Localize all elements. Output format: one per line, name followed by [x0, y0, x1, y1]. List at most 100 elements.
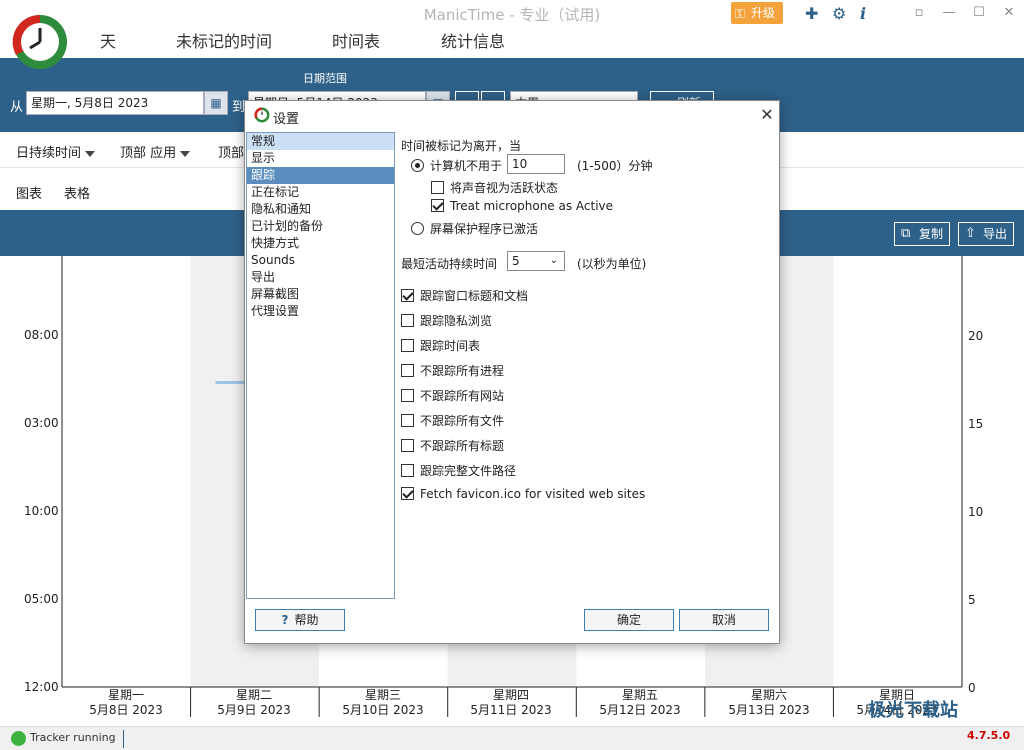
- copy-icon: ⧉: [901, 226, 911, 241]
- left-tick: 10:00: [24, 504, 59, 518]
- upgrade-label: 升级: [751, 6, 776, 20]
- x-label-day: 星期三: [364, 688, 401, 702]
- idle-minutes-input[interactable]: 10: [507, 154, 565, 174]
- radio-indicator: [411, 159, 424, 172]
- close-icon[interactable]: ✕: [755, 103, 779, 127]
- dialog-title: 设置: [273, 112, 300, 127]
- right-tick: 10: [968, 505, 984, 519]
- x-label-date: 5月12日 2023: [599, 703, 681, 717]
- cancel-button[interactable]: 取消: [679, 609, 769, 631]
- x-label-date: 5月9日 2023: [217, 703, 291, 717]
- date-range-label: 日期范围: [303, 72, 347, 85]
- option-track-full-path[interactable]: 跟踪完整文件路径: [401, 462, 516, 479]
- computer-idle-radio[interactable]: 计算机不用于: [411, 157, 502, 174]
- option-track-private-browsing[interactable]: 跟踪隐私浏览: [401, 312, 492, 329]
- x-label: 星期六 5月13日 2023: [705, 688, 833, 718]
- option-track-timesheet[interactable]: 跟踪时间表: [401, 337, 480, 354]
- ok-button[interactable]: 确定: [584, 609, 674, 631]
- x-label-date: 5月11日 2023: [470, 703, 552, 717]
- top-dropdown[interactable]: 顶部: [218, 142, 244, 161]
- nav-tab-statistics[interactable]: 统计信息: [441, 28, 505, 66]
- minimize-button[interactable]: —: [934, 2, 964, 24]
- nav-tab-day[interactable]: 天: [100, 28, 116, 52]
- help-icon: ?: [281, 613, 289, 627]
- export-button[interactable]: ⇧ 导出: [958, 222, 1015, 246]
- checkbox-indicator: [401, 289, 414, 302]
- screensaver-radio[interactable]: 屏幕保护程序已激活: [411, 220, 538, 237]
- min-activity-select[interactable]: 5 ⌄: [507, 251, 565, 271]
- category-item-backup[interactable]: 已计划的备份: [247, 218, 394, 235]
- option-label: 跟踪隐私浏览: [420, 314, 493, 328]
- checkbox-indicator: [401, 314, 414, 327]
- radio-indicator: [411, 222, 424, 235]
- category-item-screenshots[interactable]: 屏幕截图: [247, 286, 394, 303]
- category-item-tagging[interactable]: 正在标记: [247, 184, 394, 201]
- manictime-logo: [12, 14, 67, 69]
- top-apps-dropdown[interactable]: 顶部 应用: [120, 142, 191, 161]
- category-item-privacy[interactable]: 隐私和通知: [247, 201, 394, 218]
- checkbox-indicator: [431, 181, 444, 194]
- category-item-general[interactable]: 常规: [247, 133, 394, 150]
- x-label: 星期五 5月12日 2023: [576, 688, 704, 718]
- checkbox-indicator: [401, 389, 414, 402]
- microphone-label: Treat microphone as Active: [450, 199, 614, 213]
- checkbox-indicator: [401, 464, 414, 477]
- category-item-display[interactable]: 显示: [247, 150, 394, 167]
- from-date-input[interactable]: 星期一, 5月8日 2023: [26, 91, 204, 115]
- compact-window-icon[interactable]: ▫: [904, 2, 934, 24]
- version-label: 4.7.5.0: [967, 729, 1011, 742]
- option-label: 跟踪窗口标题和文档: [420, 289, 529, 303]
- option-label: 不跟踪所有网站: [420, 389, 505, 403]
- chevron-down-icon: ⌄: [549, 255, 558, 266]
- sort-dropdown[interactable]: 日持续时间: [16, 142, 96, 161]
- window-title: ManicTime - 专业（试用): [423, 6, 601, 24]
- copy-button[interactable]: ⧉ 复制: [894, 222, 951, 246]
- nav-tab-timeline[interactable]: 时间表: [332, 28, 380, 52]
- checkbox-indicator: [401, 487, 414, 500]
- tab-chart[interactable]: 图表: [16, 183, 42, 219]
- x-label-day: 星期二: [235, 688, 272, 702]
- right-tick: 15: [968, 417, 984, 431]
- x-label-day: 星期一: [107, 688, 144, 702]
- sort-label: 日持续时间: [16, 146, 82, 161]
- nav-tab-untagged[interactable]: 未标记的时间: [176, 28, 272, 52]
- microphone-checkbox[interactable]: Treat microphone as Active: [431, 199, 613, 213]
- from-calendar-icon[interactable]: ▦: [204, 91, 228, 115]
- info-icon[interactable]: i: [860, 4, 866, 23]
- option-no-track-files[interactable]: 不跟踪所有文件: [401, 412, 504, 429]
- top-apps-label: 顶部 应用: [120, 146, 177, 161]
- category-item-sounds[interactable]: Sounds: [247, 252, 394, 269]
- copy-label: 复制: [919, 227, 944, 241]
- idle-range-label: (1-500）分钟: [577, 159, 653, 173]
- checkbox-indicator: [401, 364, 414, 377]
- x-label-date: 5月10日 2023: [342, 703, 424, 717]
- maximize-button[interactable]: ☐: [964, 2, 994, 24]
- plugin-icon[interactable]: ✚: [805, 4, 818, 23]
- watermark: 极光下载站: [868, 700, 958, 721]
- option-track-window-titles[interactable]: 跟踪窗口标题和文档: [401, 287, 528, 304]
- tab-table[interactable]: 表格: [64, 183, 90, 202]
- category-item-shortcuts[interactable]: 快捷方式: [247, 235, 394, 252]
- option-fetch-favicon[interactable]: Fetch favicon.ico for visited web sites: [401, 487, 645, 501]
- status-separator: [123, 730, 124, 748]
- category-item-proxy[interactable]: 代理设置: [247, 303, 394, 320]
- settings-category-list: 常规 显示 跟踪 正在标记 隐私和通知 已计划的备份 快捷方式 Sounds 导…: [246, 132, 395, 599]
- close-button[interactable]: ✕: [994, 2, 1024, 24]
- help-button[interactable]: ? 帮助: [255, 609, 345, 631]
- upgrade-button[interactable]: ⚿ 升级: [731, 2, 783, 24]
- x-label-day: 星期五: [621, 688, 658, 702]
- category-item-export[interactable]: 导出: [247, 269, 394, 286]
- option-no-track-titles[interactable]: 不跟踪所有标题: [401, 437, 504, 454]
- chevron-down-icon: [85, 150, 96, 157]
- upload-icon: ⇧: [965, 226, 976, 241]
- gear-icon[interactable]: ⚙: [832, 4, 846, 23]
- manictime-logo: [254, 107, 270, 123]
- key-icon: ⚿: [735, 7, 745, 22]
- right-tick: 20: [968, 329, 984, 343]
- sound-active-checkbox[interactable]: 将声音视为活跃状态: [431, 179, 558, 196]
- option-no-track-websites[interactable]: 不跟踪所有网站: [401, 387, 504, 404]
- x-label: 星期三 5月10日 2023: [319, 688, 447, 718]
- category-item-tracking[interactable]: 跟踪: [247, 167, 394, 184]
- option-label: 不跟踪所有进程: [420, 364, 505, 378]
- option-no-track-processes[interactable]: 不跟踪所有进程: [401, 362, 504, 379]
